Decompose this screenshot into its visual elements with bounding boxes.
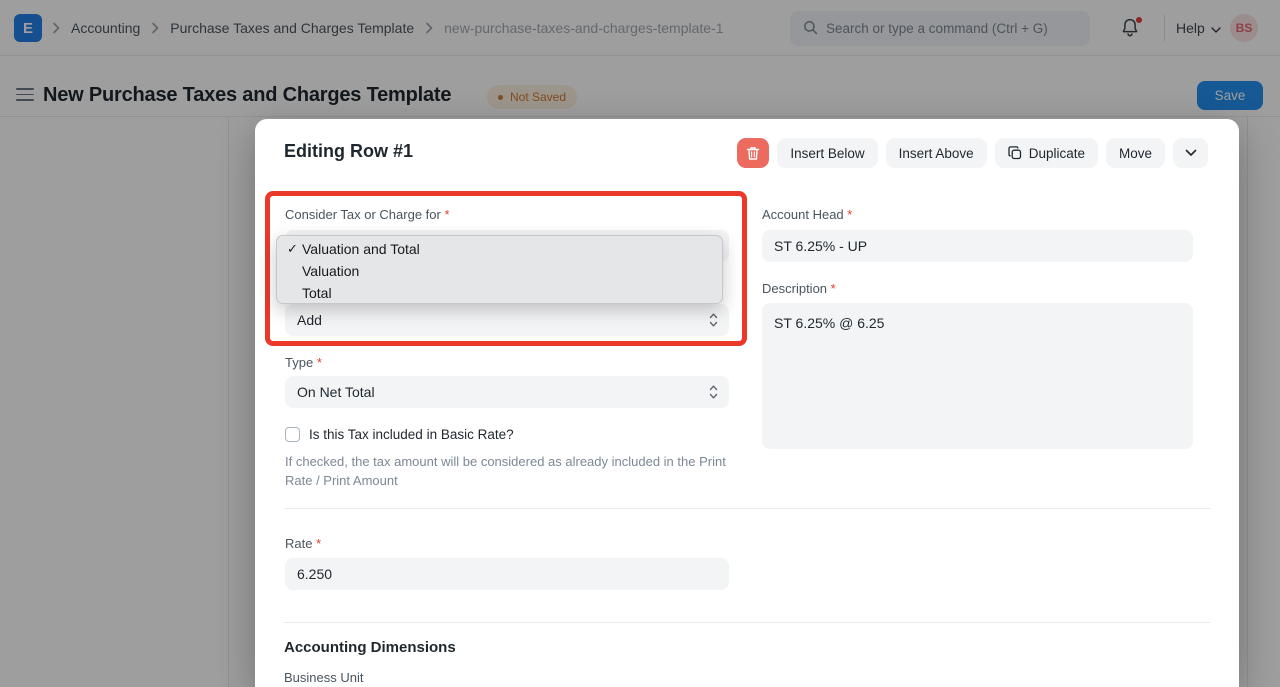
- trash-icon: [746, 146, 760, 161]
- business-unit-label: Business Unit: [284, 670, 363, 685]
- tax-included-label: Is this Tax included in Basic Rate?: [309, 427, 514, 442]
- type-field-label: Type *: [285, 355, 322, 370]
- accounting-dimensions-heading: Accounting Dimensions: [284, 639, 456, 656]
- tax-included-checkbox[interactable]: [285, 427, 300, 442]
- dropdown-option-valuation-and-total[interactable]: ✓ Valuation and Total: [277, 238, 722, 260]
- more-options-button[interactable]: [1173, 138, 1208, 168]
- description-field-label: Description *: [762, 281, 836, 296]
- rate-input[interactable]: 6.250: [285, 558, 729, 590]
- type-select[interactable]: On Net Total: [285, 376, 729, 408]
- duplicate-label: Duplicate: [1029, 146, 1085, 161]
- modal-title: Editing Row #1: [284, 141, 413, 162]
- type-value: On Net Total: [297, 384, 375, 400]
- insert-above-button[interactable]: Insert Above: [886, 138, 987, 168]
- description-textarea[interactable]: ST 6.25% @ 6.25: [762, 303, 1193, 449]
- chevron-down-icon: [1185, 149, 1197, 157]
- delete-row-button[interactable]: [737, 138, 769, 168]
- duplicate-button[interactable]: Duplicate: [995, 138, 1098, 168]
- move-button[interactable]: Move: [1106, 138, 1165, 168]
- edit-row-modal: Editing Row #1 Insert Below Insert Above…: [255, 119, 1239, 687]
- modal-toolbar: Insert Below Insert Above Duplicate Move: [737, 138, 1208, 168]
- insert-below-button[interactable]: Insert Below: [777, 138, 877, 168]
- account-head-value: ST 6.25% - UP: [774, 238, 867, 254]
- tax-included-row: Is this Tax included in Basic Rate?: [285, 427, 514, 442]
- section-divider: [284, 508, 1210, 509]
- section-divider: [284, 622, 1210, 623]
- check-icon: ✓: [287, 238, 298, 260]
- consider-dropdown-menu: ✓ Valuation and Total Valuation Total: [276, 235, 723, 304]
- select-stepper-icon: [709, 384, 718, 403]
- account-head-input[interactable]: ST 6.25% - UP: [762, 230, 1193, 262]
- rate-field-label: Rate *: [285, 536, 321, 551]
- rate-value: 6.250: [297, 566, 332, 582]
- dropdown-option-total[interactable]: Total: [277, 282, 722, 304]
- duplicate-icon: [1008, 146, 1022, 160]
- tax-included-help-text: If checked, the tax amount will be consi…: [285, 452, 737, 490]
- dropdown-option-valuation[interactable]: Valuation: [277, 260, 722, 282]
- app-root: E Accounting Purchase Taxes and Charges …: [0, 0, 1280, 687]
- account-head-field-label: Account Head *: [762, 207, 852, 222]
